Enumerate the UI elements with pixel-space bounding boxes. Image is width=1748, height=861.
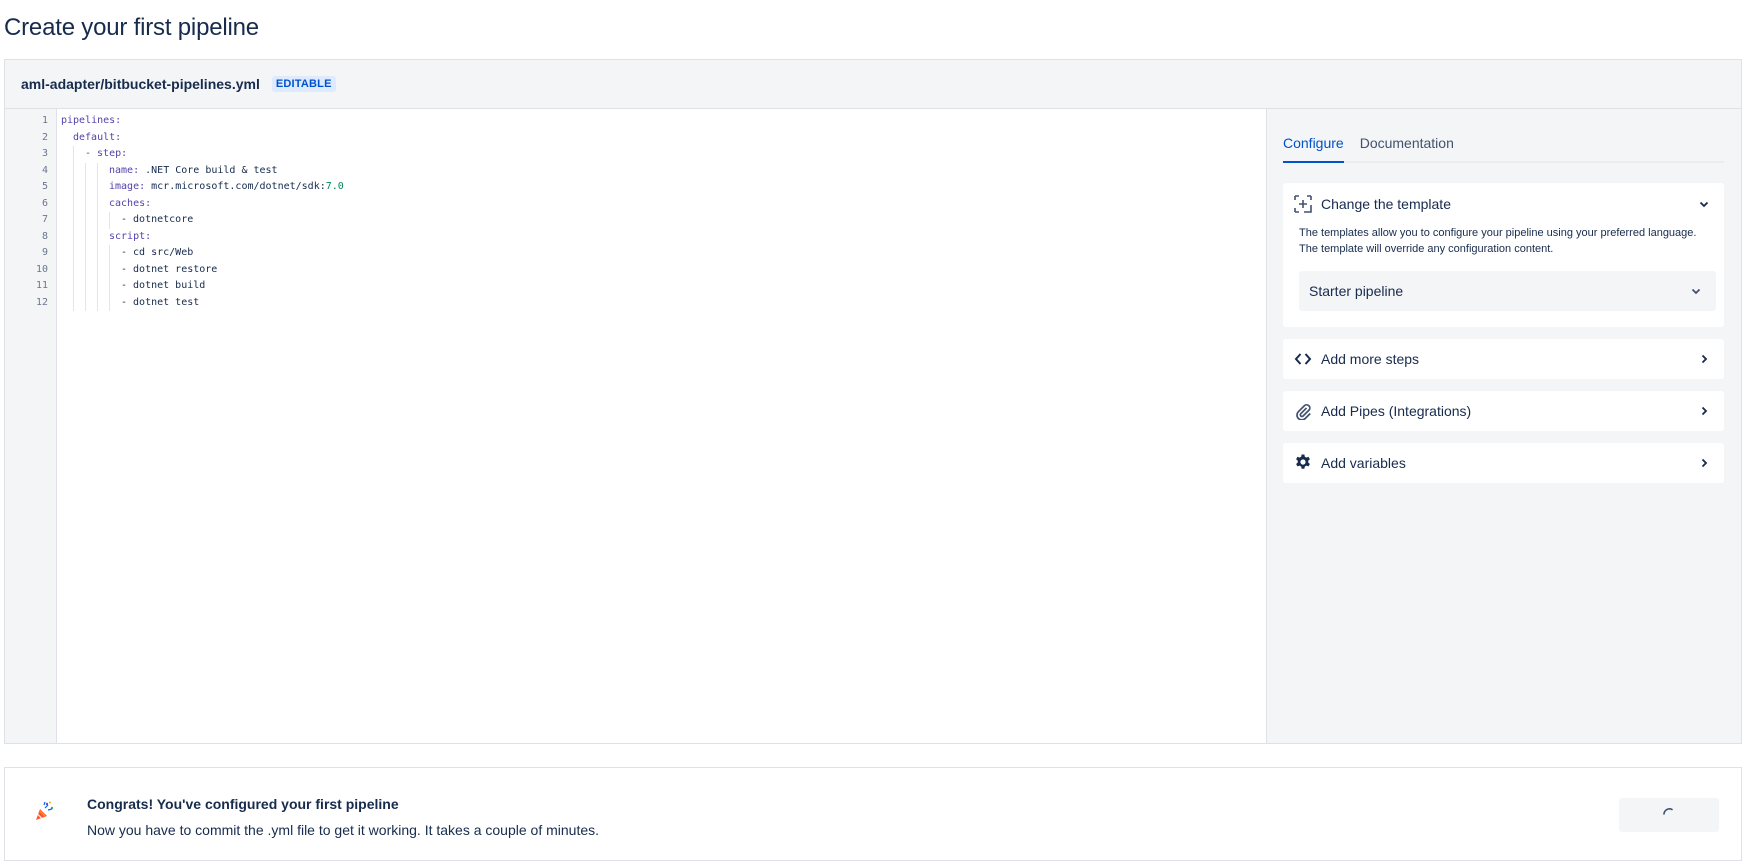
yaml-key: name: <box>109 164 140 176</box>
yaml-key: caches: <box>109 197 152 209</box>
line-number: 4 <box>41 164 48 176</box>
congrats-text: Now you have to commit the .yml file to … <box>87 822 600 838</box>
line-number: 7 <box>41 214 48 225</box>
paperclip-icon <box>1293 401 1313 421</box>
code-line: caches: <box>61 195 1266 212</box>
tab-configure[interactable]: Configure <box>1283 129 1344 163</box>
loading-spinner-icon <box>1661 805 1677 826</box>
yaml-key: script: <box>109 230 152 242</box>
line-number: 1 <box>41 115 48 126</box>
code-line: name: .NET Core build & test <box>61 162 1266 179</box>
yaml-number: 7.0 <box>325 181 344 192</box>
yaml-value: - dotnetcore <box>121 214 194 225</box>
line-number: 11 <box>35 280 48 291</box>
code-line: - cd src/Web <box>61 245 1266 262</box>
add-variables-section: Add variables <box>1283 443 1724 483</box>
chevron-right-icon <box>1696 403 1712 419</box>
change-template-header[interactable]: Change the template <box>1283 183 1724 225</box>
yaml-value: - dotnet test <box>121 296 200 308</box>
code-line: default: <box>61 130 1266 147</box>
code-line: - dotnet restore <box>61 261 1266 278</box>
add-more-steps-label: Add more steps <box>1321 351 1420 367</box>
congrats-title: Congrats! You've configured your first p… <box>87 796 399 812</box>
line-number: 12 <box>35 296 48 308</box>
code-line: - dotnet build <box>61 278 1266 295</box>
code-editor[interactable]: 1 2 3 4 5 6 7 8 9 10 11 12 pipelines: de… <box>5 109 1267 743</box>
editor-header: aml-adapter/bitbucket-pipelines.yml EDIT… <box>5 60 1741 109</box>
chevron-right-icon <box>1696 455 1712 471</box>
yaml-key: - step: <box>85 148 128 159</box>
chevron-down-icon <box>1688 283 1704 299</box>
add-variables-label: Add variables <box>1321 455 1406 471</box>
panel-tabs: Configure Documentation <box>1283 129 1724 163</box>
pipeline-editor-card: aml-adapter/bitbucket-pipelines.yml EDIT… <box>4 59 1742 744</box>
line-number: 5 <box>41 181 48 192</box>
tab-documentation[interactable]: Documentation <box>1360 129 1454 163</box>
yaml-value: - dotnet restore <box>121 263 218 275</box>
code-line: - step: <box>61 146 1266 163</box>
yaml-key: image: <box>109 181 146 192</box>
code-line: - dotnet test <box>61 294 1266 311</box>
template-select[interactable]: Starter pipeline <box>1299 271 1716 311</box>
line-number: 6 <box>41 197 48 209</box>
party-popper-icon <box>33 799 57 823</box>
add-more-steps-row[interactable]: Add more steps <box>1283 339 1724 379</box>
add-pipes-label: Add Pipes (Integrations) <box>1321 403 1472 419</box>
yaml-key: default: <box>73 131 122 143</box>
line-number: 9 <box>41 247 48 258</box>
template-description-line: The templates allow you to configure you… <box>1299 227 1697 239</box>
code-line: script: <box>61 228 1266 245</box>
line-number: 8 <box>41 230 48 242</box>
chevron-down-icon <box>1696 196 1712 212</box>
yaml-key: pipelines: <box>61 115 122 126</box>
add-more-steps-section: Add more steps <box>1283 339 1724 379</box>
code-line: - dotnetcore <box>61 212 1266 229</box>
change-template-section: Change the template The templates allow … <box>1283 183 1724 327</box>
yaml-value: - cd src/Web <box>121 247 194 258</box>
commit-file-button[interactable] <box>1619 798 1719 832</box>
congrats-banner: Congrats! You've configured your first p… <box>4 767 1742 861</box>
file-name: aml-adapter/bitbucket-pipelines.yml <box>21 76 260 92</box>
code-line: image: mcr.microsoft.com/dotnet/sdk:7.0 <box>61 179 1266 196</box>
line-number: 10 <box>35 263 48 275</box>
add-pipes-section: Add Pipes (Integrations) <box>1283 391 1724 431</box>
change-template-label: Change the template <box>1321 196 1451 212</box>
add-variables-row[interactable]: Add variables <box>1283 443 1724 483</box>
code-line: pipelines: <box>61 113 1266 130</box>
template-description-line: The template will override any configura… <box>1299 243 1554 255</box>
chevron-right-icon <box>1696 351 1712 367</box>
template-add-icon <box>1293 194 1313 214</box>
configure-panel: Configure Documentation Change the templ… <box>1267 109 1741 743</box>
line-number-gutter: 1 2 3 4 5 6 7 8 9 10 11 12 <box>5 109 57 743</box>
page-title: Create your first pipeline <box>4 14 259 41</box>
template-select-value: Starter pipeline <box>1309 283 1404 299</box>
line-number: 3 <box>41 148 48 159</box>
code-brackets-icon <box>1293 349 1313 369</box>
yaml-value: mcr.microsoft.com/dotnet/sdk: <box>145 181 326 192</box>
yaml-value: - dotnet build <box>121 280 206 291</box>
code-content[interactable]: pipelines: default: - step: name: .NET C… <box>57 109 1266 743</box>
add-pipes-row[interactable]: Add Pipes (Integrations) <box>1283 391 1724 431</box>
template-description: The templates allow you to configure you… <box>1283 225 1724 257</box>
yaml-value: .NET Core build & test <box>139 164 278 176</box>
gear-icon <box>1293 453 1313 473</box>
line-number: 2 <box>41 131 48 143</box>
editable-badge: EDITABLE <box>271 76 336 92</box>
